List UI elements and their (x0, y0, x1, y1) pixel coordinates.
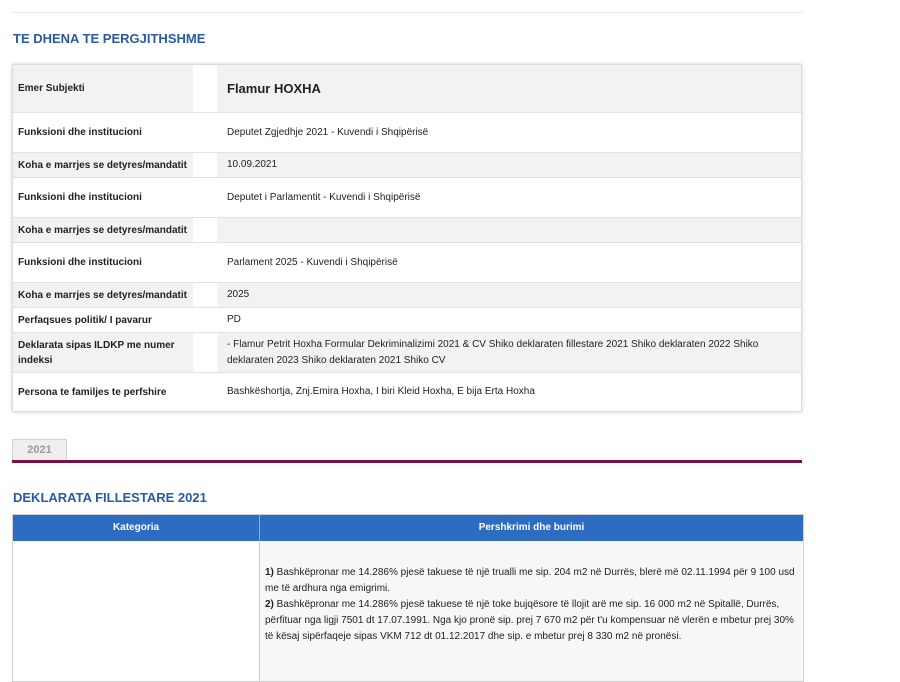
row-label: Perfaqsues politik/ I pavarur (18, 314, 152, 326)
declaration-item: 1) Bashkëpronar me 14.286% pjesë takuese… (265, 567, 795, 594)
row-value: 10.09.2021 (227, 159, 278, 170)
row-value: Deputet i Parlamentit - Kuvendi i Shqipë… (227, 191, 421, 203)
info-row: Funksioni dhe institucioni Parlament 202… (13, 242, 801, 282)
description-column-header: Pershkrimi dhe burimi (478, 522, 585, 533)
info-row: Deklarata sipas ILDKP me numer indeksi -… (13, 332, 801, 372)
year-tab-bar: 2021 (12, 437, 802, 463)
top-divider (12, 12, 802, 13)
info-row: Funksioni dhe institucioni Deputet Zgjed… (13, 112, 801, 152)
declaration-item: 2) Bashkëpronar me 14.286% pjesë takuese… (265, 599, 794, 642)
category-cell (13, 541, 260, 681)
row-value: Deputet Zgjedhje 2021 - Kuvendi i Shqipë… (227, 126, 429, 138)
info-row: Koha e marrjes se detyres/mandatit 2025 (13, 282, 801, 307)
subject-name: Flamur HOXHA (227, 80, 321, 96)
info-row: Funksioni dhe institucioni Deputet i Par… (13, 177, 801, 217)
row-value: Bashkëshortja, Znj.Emira Hoxha, I biri K… (227, 386, 535, 397)
row-label: Funksioni dhe institucioni (18, 127, 142, 138)
declaration-row: 1) Bashkëpronar me 14.286% pjesë takuese… (13, 541, 803, 681)
row-label: Funksioni dhe institucioni (18, 192, 142, 203)
row-value: PD (227, 314, 241, 325)
tab-2021[interactable]: 2021 (12, 439, 67, 461)
general-info-table: Emer Subjekti Flamur HOXHA Funksioni dhe… (12, 64, 802, 412)
subject-row: Emer Subjekti Flamur HOXHA (13, 65, 801, 112)
subject-label: Emer Subjekti (18, 83, 85, 94)
info-row: Perfaqsues politik/ I pavarur PD (13, 307, 801, 332)
info-row: Koha e marrjes se detyres/mandatit 10.09… (13, 152, 801, 177)
row-label: Funksioni dhe institucioni (18, 257, 142, 268)
declaration-table: Kategoria Pershkrimi dhe burimi 1) Bashk… (12, 514, 804, 682)
row-label: Koha e marrjes se detyres/mandatit (18, 289, 187, 301)
row-value: 2025 (227, 289, 250, 300)
row-label: Deklarata sipas ILDKP me numer indeksi (18, 339, 175, 366)
info-row: Persona te familjes te perfshire Bashkës… (13, 372, 801, 411)
declaration-links[interactable]: - Flamur Petrit Hoxha Formular Dekrimina… (217, 337, 801, 369)
row-label: Persona te familjes te perfshire (18, 386, 167, 398)
row-label: Koha e marrjes se detyres/mandatit (18, 159, 187, 171)
description-cell: 1) Bashkëpronar me 14.286% pjesë takuese… (260, 541, 803, 681)
row-value: Parlament 2025 - Kuvendi i Shqipërisë (227, 256, 398, 268)
category-column-header: Kategoria (13, 515, 260, 541)
tab-underline (12, 460, 802, 463)
declaration-title: DEKLARATA FILLESTARE 2021 (13, 490, 207, 505)
declaration-table-header: Kategoria Pershkrimi dhe burimi (13, 515, 803, 541)
general-info-title: TE DHENA TE PERGJITHSHME (13, 31, 206, 46)
info-row: Koha e marrjes se detyres/mandatit (13, 217, 801, 242)
row-label: Koha e marrjes se detyres/mandatit (18, 224, 187, 236)
